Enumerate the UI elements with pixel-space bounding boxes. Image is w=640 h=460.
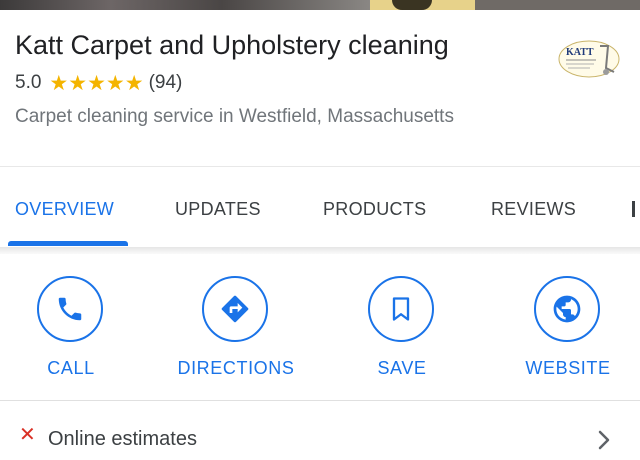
photo-2-detail: [392, 0, 432, 10]
rating-value: 5.0: [15, 72, 42, 93]
business-category: Carpet cleaning service in Westfield, Ma…: [15, 106, 454, 127]
globe-icon: [553, 295, 581, 323]
website-label: WEBSITE: [525, 358, 611, 378]
directions-button[interactable]: DIRECTIONS: [161, 276, 311, 386]
call-button[interactable]: CALL: [0, 276, 146, 386]
tab-reviews[interactable]: REVIEWS: [491, 199, 576, 220]
x-icon: ✕: [19, 424, 36, 446]
tab-bar: OVERVIEW UPDATES PRODUCTS REVIEWS: [0, 167, 640, 247]
divider: [0, 400, 640, 401]
tab-products[interactable]: PRODUCTS: [323, 199, 426, 220]
rating-row[interactable]: 5.0 ★ ★ ★ ★ ★ (94): [15, 70, 182, 96]
star-icon: ★: [124, 71, 144, 95]
phone-icon: [58, 297, 82, 321]
call-circle[interactable]: [37, 276, 103, 342]
bookmark-icon: [392, 297, 410, 321]
attribute-row-online-estimates[interactable]: ✕ Online estimates: [0, 412, 640, 460]
tab-overview[interactable]: OVERVIEW: [15, 199, 114, 220]
chevron-right-icon[interactable]: [596, 428, 612, 457]
star-icon: ★: [68, 71, 88, 95]
active-tab-indicator: [8, 241, 128, 246]
review-count[interactable]: (94): [149, 72, 183, 94]
header-photo-strip[interactable]: [0, 0, 640, 10]
photo-3[interactable]: [475, 0, 640, 10]
directions-icon: [221, 295, 249, 323]
business-logo[interactable]: KATT: [556, 38, 622, 80]
tab-bar-shadow: [0, 247, 640, 254]
call-label: CALL: [47, 358, 95, 378]
star-icon: ★: [49, 71, 69, 95]
photo-1[interactable]: [0, 0, 370, 10]
website-circle[interactable]: [534, 276, 600, 342]
save-circle[interactable]: [368, 276, 434, 342]
star-icon: ★: [105, 71, 125, 95]
attribute-label: Online estimates: [48, 428, 197, 450]
save-label: SAVE: [377, 358, 427, 378]
star-rating: ★ ★ ★ ★ ★: [49, 73, 143, 94]
tab-overflow-indicator[interactable]: [632, 201, 635, 217]
website-button[interactable]: WEBSITE: [493, 276, 640, 386]
save-button[interactable]: SAVE: [327, 276, 477, 386]
star-icon: ★: [87, 71, 106, 95]
logo-text: KATT: [566, 47, 594, 58]
place-title: Katt Carpet and Upholstery cleaning: [15, 30, 449, 60]
directions-label: DIRECTIONS: [177, 358, 295, 378]
directions-circle[interactable]: [202, 276, 268, 342]
tab-updates[interactable]: UPDATES: [175, 199, 261, 220]
